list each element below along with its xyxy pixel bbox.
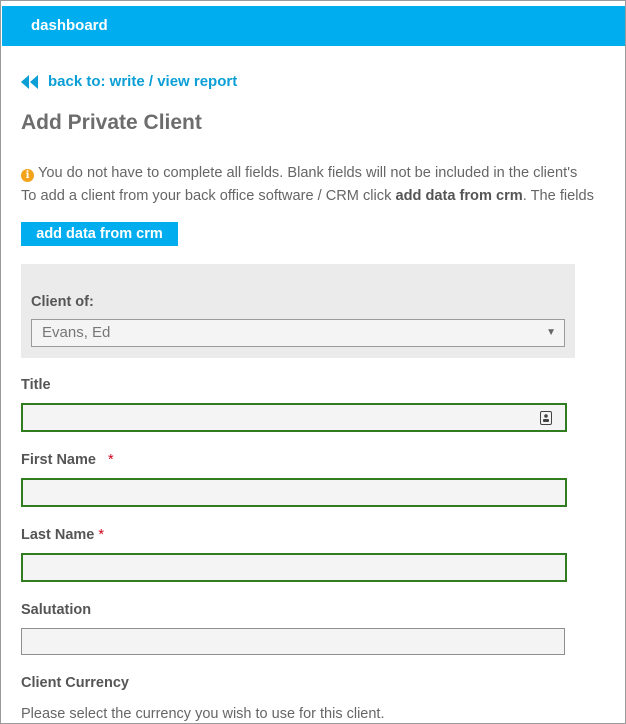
back-double-arrow-icon <box>21 74 38 89</box>
required-mark: * <box>108 452 114 468</box>
title-label-text: Title <box>21 377 51 393</box>
back-link-label: back to: write / view report <box>48 73 238 90</box>
client-currency-label-text: Client Currency <box>21 675 129 691</box>
first-name-input[interactable] <box>21 478 567 507</box>
add-data-from-crm-button[interactable]: add data from crm <box>21 222 178 246</box>
dashboard-link[interactable]: dashboard <box>31 17 108 34</box>
dropdown-caret-icon: ▼ <box>546 327 556 338</box>
page-title: Add Private Client <box>21 111 202 134</box>
info-line-2-bold: add data from crm <box>395 188 523 204</box>
info-line-1: You do not have to complete all fields. … <box>38 165 578 181</box>
info-icon: i <box>21 169 34 182</box>
first-name-label: First Name * <box>21 452 114 468</box>
last-name-input[interactable] <box>21 553 567 582</box>
salutation-label: Salutation <box>21 602 91 618</box>
back-link[interactable]: back to: write / view report <box>21 73 237 90</box>
client-of-label: Client of: <box>31 294 94 310</box>
page-frame: dashboard back to: write / view report A… <box>0 0 626 724</box>
last-name-label: Last Name * <box>21 527 104 543</box>
title-label: Title <box>21 377 51 393</box>
first-name-label-text: First Name <box>21 452 96 468</box>
info-message: i You do not have to complete all fields.… <box>21 162 625 208</box>
client-currency-label: Client Currency <box>21 675 129 691</box>
info-line-2-suffix: . The fields <box>522 188 594 204</box>
info-line-2-prefix: To add a client from your back office so… <box>21 188 396 204</box>
salutation-label-text: Salutation <box>21 602 92 618</box>
top-nav-bar: dashboard <box>2 6 625 46</box>
contact-card-icon[interactable] <box>540 411 552 425</box>
last-name-label-text: Last Name <box>21 527 95 543</box>
required-mark: * <box>98 527 105 543</box>
client-of-panel: Client of: Evans, Ed ▼ <box>21 264 575 358</box>
salutation-input[interactable] <box>21 628 565 655</box>
title-input[interactable] <box>21 403 567 432</box>
client-of-selected-value: Evans, Ed <box>42 324 111 341</box>
client-of-select[interactable]: Evans, Ed ▼ <box>31 319 565 347</box>
currency-hint: Please select the currency you wish to u… <box>21 706 385 722</box>
